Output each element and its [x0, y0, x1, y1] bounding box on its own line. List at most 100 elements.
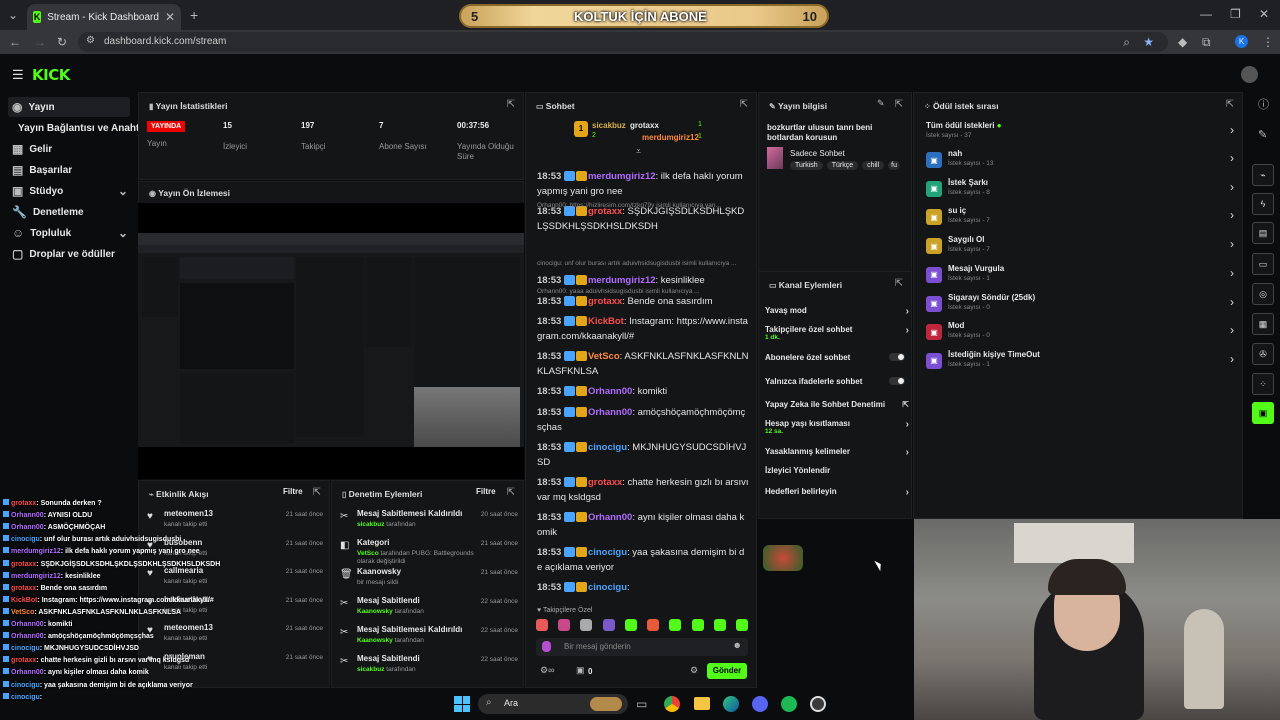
emote-icon[interactable] — [624, 619, 637, 631]
rail-document-icon[interactable]: ▤ — [1252, 222, 1274, 244]
site-info-icon[interactable]: ⚙ — [86, 36, 95, 46]
feed-filter-button[interactable]: Filtre — [283, 487, 303, 496]
expand-icon[interactable]: ⇱ — [895, 278, 903, 289]
chat-message[interactable]: 18:53 cinocigu: yaa şakasına demişim bi … — [537, 545, 749, 575]
chat-message[interactable]: 18:53 merdumgiriz12: kesinliklee — [537, 273, 749, 288]
chat-settings-icon[interactable]: ⚙ — [690, 666, 698, 675]
url-field[interactable]: ⚙ dashboard.kick.com/stream ⌕ ★ — [78, 32, 1168, 52]
emote-icon[interactable] — [691, 619, 704, 631]
moderation-row[interactable]: ✂ Mesaj Sabitlemesi Kaldırıldı Kaanowsky t… — [332, 625, 524, 653]
rail-stats-icon[interactable]: ⌁ — [1252, 164, 1274, 186]
chat-message[interactable]: 18:53 Orhann00: aynı kişiler olması daha… — [537, 510, 749, 540]
sidebar-item-community[interactable]: ☺ Topluluk ⌄ — [8, 223, 130, 243]
reload-icon[interactable]: ↻ — [57, 36, 67, 48]
slow-mode-row[interactable]: Yavaş mod › — [765, 306, 909, 317]
emote-icon[interactable] — [580, 619, 593, 631]
rail-broadcast-icon[interactable]: ◎ — [1252, 283, 1274, 305]
message-username[interactable]: cinocigu — [588, 547, 627, 558]
close-tab-icon[interactable]: ✕ — [165, 11, 175, 23]
emote-icon[interactable] — [735, 619, 748, 631]
forward-icon[interactable]: → — [34, 36, 46, 48]
chat-message[interactable]: 18:53 merdumgiriz12: ilk defa haklı yoru… — [537, 169, 749, 199]
message-username[interactable]: Orhann00 — [588, 386, 632, 397]
gifter-name[interactable]: grotaxx — [630, 121, 659, 130]
zoom-icon[interactable]: ⌕ — [1123, 36, 1130, 48]
chat-message[interactable]: 18:53 Orhann00: amöçshöçamöçhmöçömçsçhas — [537, 405, 749, 435]
feed-row[interactable]: ♥ callmearia kanalı takip etti 21 saat önce — [139, 566, 329, 594]
expand-icon[interactable]: ⇱ — [1226, 99, 1234, 110]
sidebar-item-revenue[interactable]: ▦ Gelir — [8, 139, 130, 159]
gift-icon[interactable]: ⚙∞ — [540, 666, 554, 675]
profile-avatar-icon[interactable]: K — [1235, 35, 1248, 48]
obs-icon[interactable] — [810, 696, 826, 712]
expand-icon[interactable]: ⇱ — [507, 99, 515, 110]
sidebar-item-achievements[interactable]: ▤ Başarılar — [8, 160, 130, 180]
gifter-name[interactable]: merdumgiriz12 — [642, 133, 699, 142]
chat-message[interactable]: 18:53 cinocigu: MKJNHUGYSUDCSDİHVJSD — [537, 440, 749, 470]
message-username[interactable]: cinocigu — [588, 582, 627, 593]
reward-row[interactable]: ▣ Mod İstek sayısı - 0 › — [926, 321, 1236, 347]
back-icon[interactable]: ← — [9, 36, 21, 48]
message-username[interactable]: VetSco — [588, 351, 620, 362]
expand-icon[interactable]: ⇱ — [895, 99, 903, 110]
chat-input[interactable]: Bir mesaj gönderin ☻ — [536, 638, 748, 656]
edit-icon[interactable]: ✎ — [877, 99, 885, 108]
bookmark-star-icon[interactable]: ★ — [1143, 36, 1154, 48]
message-username[interactable]: merdumgiriz12 — [588, 171, 656, 182]
message-username[interactable]: Orhann00 — [588, 407, 632, 418]
chat-message[interactable]: 18:53 VetSco: ASKFNKLASFNKLASFKNLNKLASFK… — [537, 349, 749, 379]
moderation-row[interactable]: ✂ Mesaj Sabitlendi sicakbuz tarafından 22 s… — [332, 654, 524, 682]
new-tab-icon[interactable]: + — [190, 8, 198, 22]
tag[interactable]: Türkçe — [826, 161, 859, 170]
moderation-row[interactable]: ✂ Mesaj Sabitlendi Kaanowsky tarafından 22 … — [332, 596, 524, 624]
extension-icon[interactable]: ◆ — [1178, 36, 1187, 48]
subscribers-only-toggle[interactable] — [889, 353, 905, 361]
rail-rewards-icon[interactable]: ⁘ — [1252, 373, 1274, 395]
rail-lightning-icon[interactable]: ϟ — [1252, 193, 1274, 215]
chrome-icon[interactable] — [664, 696, 680, 712]
emotes-only-toggle[interactable] — [889, 377, 905, 385]
user-avatar[interactable] — [1241, 66, 1258, 83]
message-username[interactable]: grotaxx — [588, 296, 622, 307]
expand-icon[interactable]: ⇱ — [740, 99, 748, 110]
sidebar-item-stream[interactable]: ◉ Yayın — [8, 97, 130, 117]
sidebar-item-studio[interactable]: ▣ Stüdyo ⌄ — [8, 181, 130, 201]
moderation-filter-button[interactable]: Filtre — [476, 487, 496, 496]
message-username[interactable]: cinocigu — [588, 442, 627, 453]
top-gifter-name[interactable]: sicakbuz — [592, 121, 626, 130]
send-button[interactable]: Gönder — [707, 663, 747, 679]
ai-moderation-row[interactable]: Yapay Zeka ile Sohbet Denetimi ⇱ — [765, 400, 909, 409]
reward-row[interactable]: ▣ Saygılı Ol İstek sayısı - 7 › — [926, 235, 1236, 261]
pencil-icon[interactable]: ✎ — [1258, 130, 1267, 141]
feed-row[interactable]: ♥ meteomen13 kanalı takip etti 21 saat önce — [139, 623, 329, 651]
feed-row[interactable]: ♥ meteomen13 kanalı takip etti 21 saat önce — [139, 509, 329, 537]
chat-message[interactable]: 18:53 grotaxx: Bende ona sasırdım — [537, 294, 749, 309]
message-username[interactable]: merdumgiriz12 — [588, 275, 656, 286]
file-explorer-icon[interactable] — [694, 697, 710, 710]
maximize-icon[interactable]: ❐ — [1230, 8, 1241, 20]
expand-icon[interactable]: ⇱ — [507, 487, 515, 498]
hamburger-menu-icon[interactable]: ☰ — [12, 68, 24, 81]
tag[interactable]: fu — [888, 161, 901, 170]
banned-words-row[interactable]: Yasaklanmış kelimeler › — [765, 447, 909, 458]
tag[interactable]: chill — [862, 161, 885, 170]
chat-message[interactable]: 18:53 KickBot: Instagram: https://www.in… — [537, 314, 749, 344]
expand-icon[interactable]: ⇱ — [313, 487, 321, 498]
browser-tab[interactable]: K Stream - Kick Dashboard ✕ — [27, 4, 181, 30]
sidebar-item-stream-key[interactable]: Yayın Bağlantısı ve Anahtarı — [8, 118, 152, 138]
emoji-icon[interactable]: ☻ — [733, 641, 742, 650]
extensions-puzzle-icon[interactable]: ⧉ — [1202, 36, 1211, 48]
rail-wrench-icon[interactable]: ✇ — [1252, 343, 1274, 365]
reward-row[interactable]: ▣ Sigarayı Söndür (25dk) İstek sayısı - 0 › — [926, 293, 1236, 319]
reward-row[interactable]: ▣ su iç İstek sayısı - 7 › — [926, 206, 1236, 232]
info-circle-icon[interactable]: ⓘ — [1258, 100, 1269, 111]
moderation-row[interactable]: ◧ Kategori VetSco tarafından PUBG: Battleg… — [332, 538, 524, 566]
followers-only-row[interactable]: Takipçilere özel sohbet 1 dk. › — [765, 325, 909, 341]
tab-list-icon[interactable]: ⌄ — [8, 9, 18, 21]
kick-logo[interactable]: KICK — [32, 66, 70, 84]
taskbar-search[interactable]: ⌕ Ara — [478, 694, 628, 714]
minimize-icon[interactable]: — — [1200, 8, 1212, 20]
sidebar-item-moderation[interactable]: 🔧 Denetleme — [8, 202, 130, 222]
edge-icon[interactable] — [723, 696, 739, 712]
message-username[interactable]: KickBot — [588, 316, 624, 327]
